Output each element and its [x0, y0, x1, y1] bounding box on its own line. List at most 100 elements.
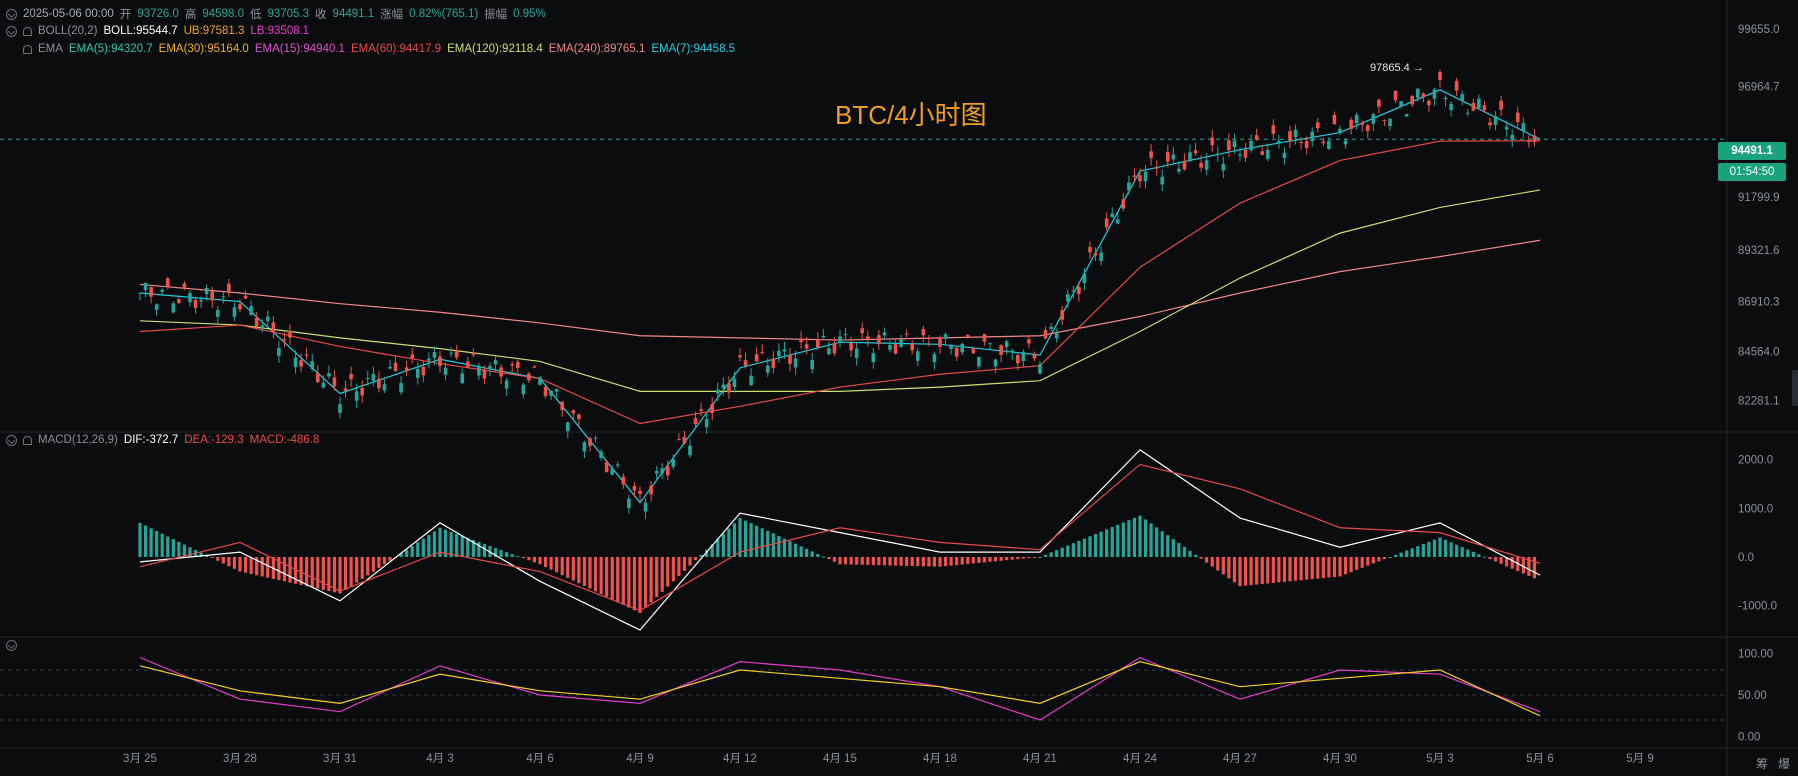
candle-body: [288, 331, 292, 338]
alert-bell-icon[interactable]: [23, 44, 32, 54]
macd-bar: [677, 556, 681, 577]
candle-body: [1099, 252, 1103, 262]
macd-bar: [343, 556, 348, 590]
legend-date: 2025-05-06 00:00: [23, 8, 114, 20]
macd-bar: [432, 531, 437, 557]
macd-bar: [643, 556, 648, 608]
date-axis-label: 3月 28: [223, 753, 257, 765]
macd-bar: [1399, 552, 1403, 557]
macd-bar: [1332, 556, 1337, 577]
macd-bar: [1177, 543, 1181, 557]
candle-body: [1471, 102, 1476, 111]
macd-bar: [988, 556, 992, 562]
macd-bar: [1205, 556, 1209, 563]
candle-body: [960, 343, 965, 353]
macd-dea: DEA:-129.3: [184, 434, 244, 446]
chip-distribution-button[interactable]: 筹: [1756, 755, 1768, 772]
candle-body: [749, 375, 753, 386]
candle-body: [1088, 246, 1092, 253]
candle-body: [1360, 122, 1365, 125]
candle-body: [1227, 140, 1231, 151]
macd-bar: [1166, 535, 1170, 557]
macd-bar: [932, 556, 937, 567]
candle-body: [315, 372, 320, 383]
candle-body: [1349, 119, 1353, 129]
macd-bar: [371, 556, 375, 572]
candle-body: [1104, 218, 1109, 228]
macd-bar: [377, 556, 381, 568]
macd-bar: [366, 556, 370, 576]
macd-bar: [1493, 556, 1498, 562]
side-panel-handle[interactable]: [1792, 370, 1798, 406]
candle-body: [265, 316, 270, 322]
candle-body: [504, 380, 509, 389]
ema-item: EMA(30):95164.0: [158, 43, 249, 55]
macd-bar: [810, 551, 814, 557]
boll-ub: UB:97581.3: [183, 25, 245, 37]
macd-bar: [1099, 531, 1103, 557]
chart-watermark-title: BTC/4小时图: [835, 100, 987, 130]
candle-body: [1115, 219, 1120, 224]
boll-mid: BOLL:95544.7: [103, 25, 178, 37]
macd-bar: [543, 556, 548, 567]
candle-body: [982, 334, 987, 342]
candle-body: [632, 485, 637, 491]
candle-body: [1282, 152, 1287, 159]
macd-bar: [421, 538, 425, 557]
osc-legend: [6, 640, 17, 651]
candle-body: [1293, 129, 1298, 138]
candle-body: [182, 283, 187, 288]
candle-body: [349, 374, 353, 380]
macd-bar: [1143, 519, 1148, 557]
alert-bell-icon[interactable]: [23, 435, 32, 445]
macd-bar: [1460, 547, 1464, 557]
macd-bar: [588, 556, 592, 589]
candle-body: [177, 299, 181, 303]
collapse-icon[interactable]: [6, 8, 17, 20]
macd-bar: [916, 556, 920, 567]
candle-body: [1482, 105, 1487, 111]
collapse-icon[interactable]: [6, 25, 17, 37]
countdown-tag: 01:54:50: [1718, 163, 1786, 181]
macd-bar: [1405, 550, 1409, 557]
macd-bar: [899, 556, 903, 566]
macd-bar: [766, 530, 770, 557]
macd-bar: [555, 556, 559, 573]
macd-bar: [777, 536, 781, 557]
candle-body: [643, 502, 648, 512]
macd-bar: [521, 556, 525, 559]
candle-body: [1077, 286, 1081, 295]
candle-body: [1127, 182, 1131, 191]
macd-bar: [1388, 556, 1392, 558]
macd-bar: [610, 556, 614, 600]
expand-icon[interactable]: [6, 640, 17, 651]
macd-bar: [1455, 544, 1459, 557]
collapse-icon[interactable]: [6, 434, 17, 446]
liquidation-button[interactable]: 爆: [1778, 755, 1790, 772]
alert-bell-icon[interactable]: [23, 26, 32, 36]
candle-body: [860, 328, 865, 334]
candle-body: [610, 468, 615, 475]
macd-bar: [1249, 556, 1253, 586]
candle-body: [1071, 290, 1076, 292]
osc-line: [139, 656, 1541, 721]
macd-bar: [1449, 542, 1453, 557]
macd-bar: [682, 556, 687, 571]
candle-body: [599, 451, 603, 458]
candle-body: [143, 282, 148, 291]
macd-bar: [1427, 541, 1431, 557]
macd-bar: [616, 556, 620, 603]
ema-legend: EMA EMA(5):94320.7 EMA(30):95164.0 EMA(15)…: [6, 43, 735, 55]
macd-bar: [1482, 556, 1487, 558]
macd-bar: [410, 546, 414, 557]
macd-bar: [1010, 556, 1014, 560]
date-axis-label: 4月 15: [823, 753, 857, 765]
candle-body: [565, 422, 570, 432]
macd-line-DIF: [139, 449, 1541, 631]
macd-bar: [1127, 520, 1131, 557]
candle-body: [971, 348, 976, 354]
candle-body: [1110, 213, 1115, 218]
candle-body: [649, 485, 653, 495]
macd-value: MACD:-486.8: [249, 434, 320, 446]
macd-bar: [960, 556, 964, 565]
